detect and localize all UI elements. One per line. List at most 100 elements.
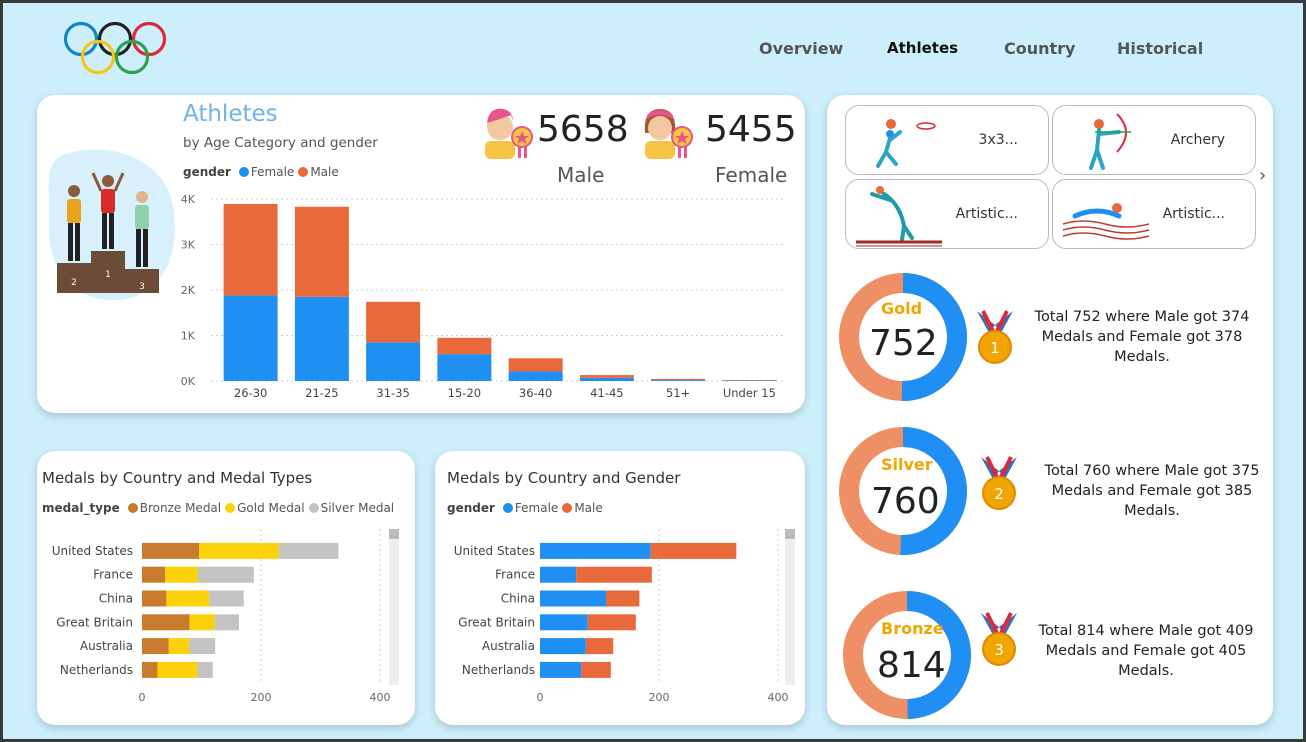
medal-gender-scrollbar[interactable] xyxy=(785,529,795,685)
bar-silver-medal xyxy=(189,638,216,655)
bar-female xyxy=(579,377,634,381)
bar-male xyxy=(366,301,421,343)
silver-label: Silver xyxy=(881,455,933,474)
svg-text:1: 1 xyxy=(990,339,1000,357)
scrollbar-thumb[interactable] xyxy=(389,529,399,539)
bar-silver-medal xyxy=(197,566,254,583)
bar-bronze-medal xyxy=(142,661,158,678)
x-tick-label: 26-30 xyxy=(234,386,267,400)
y-tick-label: United States xyxy=(454,544,535,558)
bar-female xyxy=(540,614,588,631)
bar-female xyxy=(540,566,577,583)
bar-male xyxy=(606,590,640,607)
legend-title: gender xyxy=(183,165,231,179)
sport-tile-artistic-swimming[interactable]: Artistic... xyxy=(1052,179,1256,249)
nav-overview[interactable]: Overview xyxy=(759,39,843,58)
bar-male xyxy=(294,206,349,297)
legend-female: Female xyxy=(250,165,295,179)
bronze-medal-icon: 3 xyxy=(981,612,1017,666)
gold-total: 752 xyxy=(869,323,938,364)
x-tick-label: 200 xyxy=(251,691,272,704)
bar-female xyxy=(540,638,586,655)
y-tick-label: Netherlands xyxy=(60,663,133,677)
bar-silver-medal xyxy=(209,590,244,607)
bar-silver-medal xyxy=(278,542,339,559)
svg-text:1: 1 xyxy=(105,270,111,280)
x-tick-label: 31-35 xyxy=(376,386,409,400)
x-tick-label: 400 xyxy=(768,691,789,704)
bar-female xyxy=(540,590,607,607)
y-tick-label: Great Britain xyxy=(458,615,535,629)
bar-male xyxy=(579,375,634,378)
x-tick-label: 400 xyxy=(370,691,391,704)
sport-label: Archery xyxy=(1170,132,1225,148)
bar-female xyxy=(223,295,278,381)
female-athlete-icon xyxy=(644,109,693,159)
bar-female xyxy=(540,542,651,559)
podium-illustration: 2 1 3 xyxy=(48,149,175,300)
bar-bronze-medal xyxy=(142,590,167,607)
y-tick-label: 3K xyxy=(181,239,196,252)
bar-female xyxy=(651,380,706,381)
bar-male xyxy=(437,337,492,355)
bar-bronze-medal xyxy=(142,638,169,655)
x-tick-label: 0 xyxy=(139,691,146,704)
bar-bronze-medal xyxy=(142,542,200,559)
y-tick-label: 0K xyxy=(181,375,196,388)
y-tick-label: Great Britain xyxy=(56,615,133,629)
svg-text:2: 2 xyxy=(71,278,77,288)
female-count: 5455 xyxy=(705,109,797,150)
medal-gender-title: Medals by Country and Gender xyxy=(447,469,681,487)
bar-gold-medal xyxy=(165,566,198,583)
basketball-icon xyxy=(876,119,936,168)
next-page-chevron-icon[interactable]: › xyxy=(1259,165,1266,186)
bar-male xyxy=(581,661,611,678)
nav-athletes[interactable]: Athletes xyxy=(887,39,958,57)
bar-silver-medal xyxy=(197,661,213,678)
y-tick-label: China xyxy=(501,592,535,606)
athletes-card: 2 1 3 Athletes by Age Category and gende… xyxy=(37,95,805,413)
svg-text:3: 3 xyxy=(994,641,1004,659)
gold-medal-icon: 1 xyxy=(977,310,1013,364)
bronze-summary: Total 814 where Male got 409 Medals and … xyxy=(1038,623,1254,679)
x-tick-label: 15-20 xyxy=(448,386,481,400)
medal-types-scrollbar[interactable] xyxy=(389,529,399,685)
y-tick-label: China xyxy=(99,592,133,606)
age-category-chart: 0K 1K 2K 3K 4K 26-30 21-25 31-35 15-20 36-40 41-45… xyxy=(181,193,785,400)
bar-female xyxy=(294,296,349,381)
sport-label: Artistic... xyxy=(955,206,1018,222)
age-chart-legend: gender Female Male xyxy=(183,165,339,179)
sport-label: 3x3... xyxy=(978,132,1018,148)
nav-historical[interactable]: Historical xyxy=(1117,39,1203,58)
bar-male xyxy=(508,358,563,372)
bronze-total: 814 xyxy=(877,645,946,686)
medal-gender-legend: gender Female Male xyxy=(447,501,603,515)
silver-summary: Total 760 where Male got 375 Medals and … xyxy=(1044,463,1260,519)
male-label: Male xyxy=(557,163,605,187)
medals-summary-card: 3x3... Archery Artistic... Artistic... ›… xyxy=(827,95,1273,725)
y-tick-label: France xyxy=(93,568,133,582)
svg-text:3: 3 xyxy=(139,282,145,292)
bar-male xyxy=(585,638,614,655)
sport-tile-artistic-gymnastics[interactable]: Artistic... xyxy=(845,179,1049,249)
medal-types-chart: 0 200 400 United States France China Great Bri… xyxy=(52,529,391,704)
sport-tile-archery[interactable]: Archery xyxy=(1052,105,1256,175)
legend-title: gender xyxy=(447,501,495,515)
y-tick-label: United States xyxy=(52,544,133,558)
x-tick-label: 0 xyxy=(537,691,544,704)
nav-country[interactable]: Country xyxy=(1004,39,1075,58)
sport-label: Artistic... xyxy=(1162,206,1225,222)
scrollbar-thumb[interactable] xyxy=(785,529,795,539)
swimming-icon xyxy=(1062,203,1150,240)
x-tick-label: Under 15 xyxy=(723,386,776,400)
medal-gender-chart: 0 200 400 United States France China Great Bri… xyxy=(454,529,789,704)
sport-tile-3x3-basketball[interactable]: 3x3... xyxy=(845,105,1049,175)
bar-female xyxy=(366,342,421,381)
bar-gold-medal xyxy=(189,614,215,631)
legend-male: Male xyxy=(574,501,603,515)
gold-label: Gold xyxy=(881,299,923,318)
medal-types-title: Medals by Country and Medal Types xyxy=(42,469,313,487)
y-tick-label: Australia xyxy=(80,639,133,653)
y-tick-label: Netherlands xyxy=(462,663,535,677)
svg-text:2: 2 xyxy=(994,485,1004,503)
